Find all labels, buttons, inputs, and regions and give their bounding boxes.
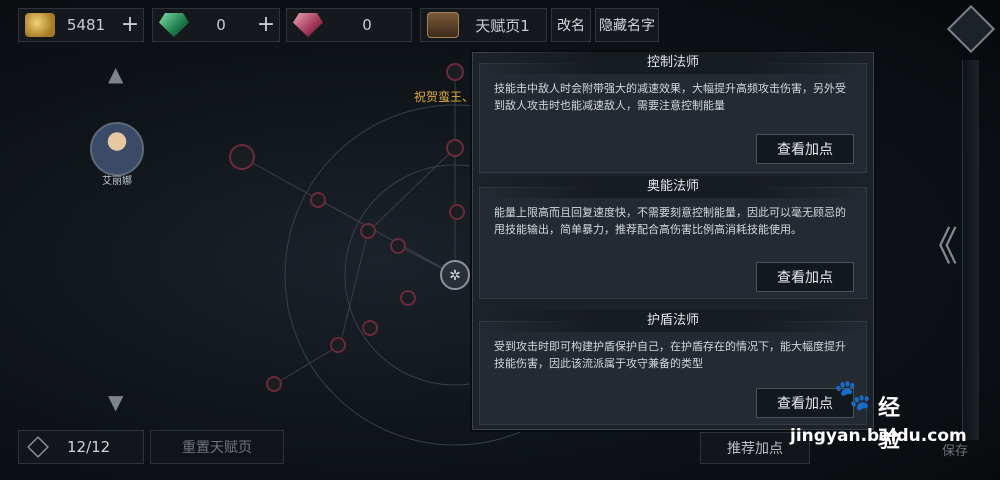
view-build-button[interactable]: 查看加点 [756, 134, 854, 164]
talent-points: 12/12 [18, 430, 144, 464]
svg-text:✲: ✲ [449, 268, 461, 284]
side-panel-edge [962, 60, 979, 440]
hide-name-button[interactable]: 隐藏名字 [595, 8, 659, 42]
reset-talent-page-button[interactable]: 重置天赋页 [150, 430, 284, 464]
build-description: 技能击中敌人时会附带强大的减速效果，大幅提升高频攻击伤害，另外受到敌人攻击时也能… [494, 82, 846, 112]
book-icon [427, 12, 459, 38]
talent-points-value: 12/12 [67, 438, 111, 456]
ruby-counter: 0 [286, 8, 412, 42]
emerald-value: 0 [216, 16, 226, 34]
build-title: 护盾法师 [480, 310, 866, 332]
hero-avatar[interactable] [90, 122, 144, 176]
talent-build-panel: 控制法师 技能击中敌人时会附带强大的减速效果，大幅提升高频攻击伤害，另外受到敌人… [472, 52, 874, 430]
talent-page-selector[interactable]: 天赋页1 [420, 8, 547, 42]
view-build-button[interactable]: 查看加点 [756, 262, 854, 292]
build-title: 控制法师 [480, 52, 866, 74]
ruby-icon [293, 13, 323, 37]
rename-button[interactable]: 改名 [551, 8, 591, 42]
build-card-shield: 护盾法师 受到攻击时即可构建护盾保护自己，在护盾存在的情况下，能大幅度提升技能伤… [479, 310, 867, 425]
talent-page-label: 天赋页1 [475, 16, 530, 35]
build-description: 受到攻击时即可构建护盾保护自己，在护盾存在的情况下，能大幅度提升技能伤害，因此该… [494, 340, 846, 370]
emerald-icon [159, 13, 189, 37]
ruby-value: 0 [362, 16, 372, 34]
build-description: 能量上限高而且回复速度快，不需要刻意控制能量，因此可以毫无顾忌的甩技能输出，简单… [494, 206, 846, 236]
scroll-up-arrow-icon[interactable]: ▲ [108, 62, 123, 86]
build-card-control: 控制法师 技能击中敌人时会附带强大的减速效果，大幅提升高频攻击伤害，另外受到敌人… [479, 52, 867, 173]
build-title: 奥能法师 [480, 176, 866, 198]
paw-logo-icon: 🐾 [834, 378, 872, 413]
scroll-down-arrow-icon[interactable]: ▼ [108, 390, 123, 414]
add-gold-button[interactable]: + [117, 10, 143, 40]
talent-point-icon [27, 436, 49, 458]
emerald-counter: 0 + [152, 8, 280, 42]
gold-counter: 5481 + [18, 8, 144, 42]
gold-value: 5481 [66, 16, 106, 34]
expand-left-arrow-icon[interactable]: 《 [918, 214, 958, 272]
build-card-arcane: 奥能法师 能量上限高而且回复速度快，不需要刻意控制能量，因此可以毫无顾忌的甩技能… [479, 176, 867, 299]
hero-name: 艾丽娜 [102, 176, 132, 187]
add-emerald-button[interactable]: + [253, 10, 279, 40]
watermark-url: jingyan.baidu.com [790, 426, 967, 446]
gold-coins-icon [25, 13, 55, 37]
